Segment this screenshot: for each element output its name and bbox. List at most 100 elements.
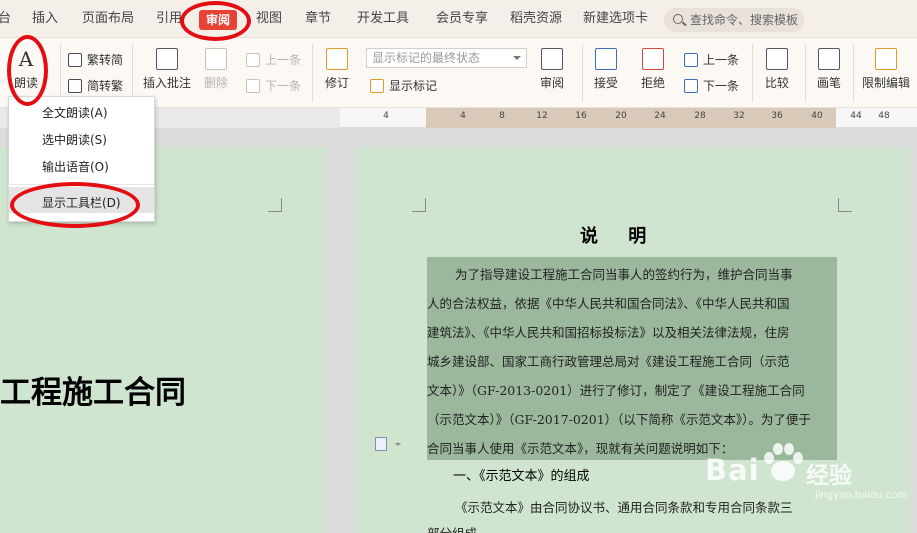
ruler-tick: 28 <box>694 111 706 121</box>
ruler-tick: 20 <box>615 111 627 121</box>
simp-to-trad-button[interactable]: 简转繁 <box>68 77 123 94</box>
next-comment-button[interactable]: 下一条 <box>246 77 301 94</box>
paragraph-line: 人的合法权益，依据《中华人民共和国合同法》、《中华人民共和国 <box>427 296 790 311</box>
chevron-down-icon[interactable] <box>395 443 401 449</box>
prev-change-icon <box>684 53 698 67</box>
menu-section[interactable]: 章节 <box>305 0 331 38</box>
annotation-ring-read-aloud <box>7 35 48 106</box>
section-heading: 一、《示范文本》的组成 <box>453 469 590 484</box>
pen-icon <box>818 48 840 70</box>
menu-start[interactable]: 台 <box>0 0 11 38</box>
reject-change-label: 拒绝 <box>640 76 665 90</box>
track-changes-icon <box>326 48 348 70</box>
separator <box>312 44 313 102</box>
lock-icon <box>875 48 897 70</box>
separator <box>752 44 753 102</box>
ruler-tick: 12 <box>536 111 548 121</box>
show-markup-label: 显示标记 <box>389 79 438 93</box>
compare-icon <box>766 48 788 70</box>
paw-logo-icon <box>764 443 803 481</box>
next-change-button[interactable]: 下一条 <box>684 77 739 94</box>
accept-change-button[interactable]: 接受 <box>590 48 622 91</box>
paragraph-line: 文本）》（GF-2013-0201）进行了修订，制定了《建设工程施工合同 <box>427 383 805 398</box>
reject-change-button[interactable]: 拒绝 <box>637 48 669 91</box>
markup-state-select[interactable]: 显示标记的最终状态 <box>366 48 527 68</box>
review-pane-label: 审阅 <box>539 76 564 90</box>
paragraph-line: 合同当事人使用《示范文本》，现就有关问题说明如下： <box>427 441 734 456</box>
paragraph-options-icon[interactable] <box>375 437 387 451</box>
ruler-tick: 16 <box>575 111 587 121</box>
ruler-tick: 4 <box>383 111 389 121</box>
menu-item-read-selection[interactable]: 选中朗读(S) <box>42 131 107 148</box>
prev-comment-button[interactable]: 上一条 <box>246 51 301 68</box>
track-changes-label: 修订 <box>324 76 349 90</box>
menu-references[interactable]: 引用 <box>156 0 182 38</box>
pen-label: 画笔 <box>816 76 841 90</box>
markup-state-value: 显示标记的最终状态 <box>372 51 481 65</box>
ruler-tick: 48 <box>878 111 890 121</box>
menu-new-tab[interactable]: 新建选项卡 <box>583 0 648 38</box>
insert-comment-button[interactable]: 插入批注 <box>142 48 192 91</box>
menu-bar: 台 插入 页面布局 引用 审阅 视图 章节 开发工具 会员专享 稻壳资源 新建选… <box>0 0 917 38</box>
track-changes-button[interactable]: 修订 <box>320 48 354 91</box>
search-placeholder: 查找命令、搜索模板 <box>690 13 799 27</box>
delete-comment-button[interactable]: 删除 <box>200 48 232 91</box>
paragraph-line: 建筑法》、《中华人民共和国招标投标法》以及相关法律法规，住房 <box>427 325 790 340</box>
section-title: 说 明 <box>580 226 659 247</box>
prev-comment-icon <box>246 53 260 67</box>
ruler-tick: 40 <box>811 111 823 121</box>
paragraph-line: （示范文本）》（GF-2017-0201）（以下简称《示范文本》）。为了便于 <box>427 412 811 427</box>
delete-comment-label: 删除 <box>203 76 228 90</box>
annotation-ring-review-tab <box>180 1 251 41</box>
paragraph-line: 部分组成。 <box>427 523 490 533</box>
restrict-editing-label: 限制编辑 <box>861 76 910 90</box>
review-pane-button[interactable]: 审阅 <box>536 48 568 91</box>
trad-to-simp-label: 繁转简 <box>87 53 124 67</box>
next-change-icon <box>684 79 698 93</box>
menu-item-export-audio[interactable]: 输出语音(O) <box>42 158 109 175</box>
ruler-tick: 32 <box>733 111 745 121</box>
trad-to-simp-button[interactable]: 繁转简 <box>68 51 123 68</box>
watermark-url: jingyan.baidu.com <box>815 490 908 501</box>
separator <box>853 44 854 102</box>
menu-view[interactable]: 视图 <box>256 0 282 38</box>
reject-icon <box>642 48 664 70</box>
menu-item-read-all[interactable]: 全文朗读(A) <box>42 104 108 121</box>
simp-trad-icon <box>68 79 82 93</box>
ruler-tick: 4 <box>460 111 466 121</box>
prev-change-label: 上一条 <box>703 53 740 67</box>
menu-member[interactable]: 会员专享 <box>436 0 488 38</box>
ruler-tick: 8 <box>499 111 505 121</box>
delete-comment-icon <box>205 48 227 70</box>
menu-page-layout[interactable]: 页面布局 <box>82 0 134 38</box>
search-icon <box>673 14 683 24</box>
next-change-label: 下一条 <box>703 79 740 93</box>
restrict-editing-button[interactable]: 限制编辑 <box>860 48 912 91</box>
accept-change-label: 接受 <box>593 76 618 90</box>
menu-developer[interactable]: 开发工具 <box>357 0 409 38</box>
watermark-brand: Bai <box>705 453 760 487</box>
watermark-brand-cn: 经验 <box>806 463 852 489</box>
chevron-down-icon <box>513 56 521 64</box>
menu-docer[interactable]: 稻壳资源 <box>510 0 562 38</box>
prev-comment-label: 上一条 <box>265 53 302 67</box>
review-pane-icon <box>541 48 563 70</box>
compare-button[interactable]: 比较 <box>760 48 794 91</box>
annotation-ring-show-toolbar <box>10 182 140 228</box>
pen-button[interactable]: 画笔 <box>814 48 844 91</box>
separator <box>582 44 583 102</box>
paragraph-line: 城乡建设部、国家工商行政管理总局对《建设工程施工合同（示范 <box>427 354 790 369</box>
ruler-tick: 44 <box>850 111 862 121</box>
prev-change-button[interactable]: 上一条 <box>684 51 739 68</box>
next-comment-label: 下一条 <box>265 79 302 93</box>
menu-insert[interactable]: 插入 <box>32 0 58 38</box>
separator <box>132 44 133 102</box>
paragraph-line: 为了指导建设工程施工合同当事人的签约行为，维护合同当事 <box>455 267 793 282</box>
comment-icon <box>156 48 178 70</box>
command-search[interactable]: 查找命令、搜索模板 <box>664 8 804 32</box>
accept-icon <box>595 48 617 70</box>
margin-corner-mark <box>268 198 282 212</box>
trad-simp-icon <box>68 53 82 67</box>
show-markup-button[interactable]: 显示标记 <box>370 77 437 94</box>
next-comment-icon <box>246 79 260 93</box>
